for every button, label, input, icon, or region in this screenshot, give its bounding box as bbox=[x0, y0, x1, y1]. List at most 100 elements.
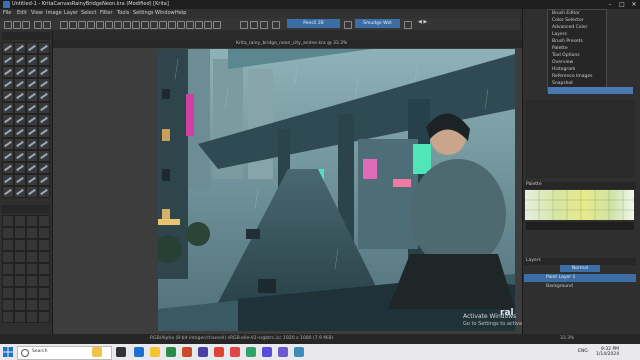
menu-settings[interactable]: Settings bbox=[133, 10, 154, 16]
transform-tool-icon[interactable] bbox=[123, 21, 131, 29]
tool-button[interactable] bbox=[2, 215, 14, 227]
popup-item[interactable]: Color Selector bbox=[552, 18, 584, 23]
tool-button[interactable] bbox=[14, 311, 26, 323]
brush-preset-item[interactable] bbox=[26, 66, 38, 78]
popup-item[interactable]: Snapshot bbox=[552, 81, 573, 86]
brush-preset-item[interactable] bbox=[2, 54, 14, 66]
brush-preset-item[interactable] bbox=[38, 54, 50, 66]
new-document-icon[interactable] bbox=[4, 21, 12, 29]
rectangle-tool-icon[interactable] bbox=[78, 21, 86, 29]
tool-button[interactable] bbox=[14, 275, 26, 287]
tool-button[interactable] bbox=[14, 227, 26, 239]
advanced-color-selector-area[interactable] bbox=[526, 100, 634, 178]
brush-preset-item[interactable] bbox=[38, 42, 50, 54]
brush-preset-item[interactable] bbox=[38, 150, 50, 162]
close-button[interactable]: ✕ bbox=[628, 0, 640, 9]
app-icon[interactable] bbox=[278, 347, 288, 357]
bezier-tool-icon[interactable] bbox=[105, 21, 113, 29]
brush-preset-item[interactable] bbox=[14, 102, 26, 114]
brush-preset-item[interactable] bbox=[2, 150, 14, 162]
menu-filter[interactable]: Filter bbox=[100, 10, 112, 16]
tool-button[interactable] bbox=[14, 263, 26, 275]
popup-item[interactable]: Overview bbox=[552, 60, 573, 65]
menu-layer[interactable]: Layer bbox=[64, 10, 78, 16]
toolbar-pager[interactable]: ◀ ▶ bbox=[418, 19, 427, 25]
select-ellipse-icon[interactable] bbox=[186, 21, 194, 29]
brush-preset-item[interactable] bbox=[38, 78, 50, 90]
tool-button[interactable] bbox=[2, 239, 14, 251]
tool-button[interactable] bbox=[2, 263, 14, 275]
brush-preset-item[interactable] bbox=[14, 138, 26, 150]
brush-preset-item[interactable] bbox=[2, 78, 14, 90]
fill-tool-icon[interactable] bbox=[159, 21, 167, 29]
tool-button[interactable] bbox=[38, 311, 50, 323]
artwork-canvas[interactable] bbox=[158, 49, 515, 331]
tray-language[interactable]: ENG bbox=[578, 349, 588, 354]
popup-item[interactable]: Layers bbox=[552, 32, 567, 37]
task-view-icon[interactable] bbox=[116, 347, 126, 357]
app-icon[interactable] bbox=[246, 347, 256, 357]
brush-preset-item[interactable] bbox=[14, 162, 26, 174]
open-document-icon[interactable] bbox=[13, 21, 21, 29]
polygon-tool-icon[interactable] bbox=[96, 21, 104, 29]
brush-preset-item[interactable] bbox=[14, 174, 26, 186]
brush-preset-item[interactable] bbox=[26, 42, 38, 54]
eraser-toggle-icon[interactable] bbox=[344, 21, 352, 29]
tool-button[interactable] bbox=[26, 287, 38, 299]
document-tab[interactable]: Krita_rainy_bridge_neon_city_anime.kra @… bbox=[236, 41, 347, 46]
brush-preset-item[interactable] bbox=[38, 186, 50, 198]
brush-preset-item[interactable] bbox=[26, 126, 38, 138]
brush-preset-item[interactable] bbox=[26, 114, 38, 126]
brush-preset-item[interactable] bbox=[14, 42, 26, 54]
tool-button[interactable] bbox=[2, 311, 14, 323]
brush-preset-field[interactable]: Pencil 2B bbox=[287, 19, 340, 28]
undo-icon[interactable] bbox=[34, 21, 42, 29]
popup-item[interactable]: Reference Images bbox=[552, 74, 593, 79]
brush-preset-item[interactable] bbox=[26, 78, 38, 90]
select-rect-icon[interactable] bbox=[177, 21, 185, 29]
ellipse-tool-icon[interactable] bbox=[87, 21, 95, 29]
brush-preset-item[interactable] bbox=[2, 42, 14, 54]
popup-item[interactable]: Palette bbox=[552, 46, 568, 51]
minimize-button[interactable]: – bbox=[604, 0, 616, 9]
blend-mode-icon[interactable] bbox=[272, 21, 280, 29]
brush-preset-item[interactable] bbox=[2, 114, 14, 126]
layer-blend-mode-select[interactable]: Normal bbox=[560, 265, 600, 272]
eyedropper-tool-icon[interactable] bbox=[168, 21, 176, 29]
menu-file[interactable]: File bbox=[3, 10, 11, 16]
tray-clock[interactable]: 9:32 PM 1/14/2024 bbox=[596, 347, 619, 357]
windows-start-icon[interactable] bbox=[3, 347, 13, 357]
brush-preset-item[interactable] bbox=[38, 66, 50, 78]
edge-browser-icon[interactable] bbox=[134, 347, 144, 357]
brush-preset-item[interactable] bbox=[38, 126, 50, 138]
tool-button[interactable] bbox=[2, 287, 14, 299]
tool-button[interactable] bbox=[2, 299, 14, 311]
tool-button[interactable] bbox=[38, 251, 50, 263]
brush-preset-item[interactable] bbox=[2, 90, 14, 102]
brush-preset-item[interactable] bbox=[2, 126, 14, 138]
gradient-tool-icon[interactable] bbox=[150, 21, 158, 29]
discord-icon[interactable] bbox=[262, 347, 272, 357]
brush-preset-item[interactable] bbox=[38, 138, 50, 150]
tool-button[interactable] bbox=[38, 239, 50, 251]
brush-preset-item[interactable] bbox=[26, 138, 38, 150]
brush-preset-item[interactable] bbox=[38, 174, 50, 186]
tool-button[interactable] bbox=[38, 299, 50, 311]
zoom-tool-icon[interactable] bbox=[204, 21, 212, 29]
tool-button[interactable] bbox=[38, 275, 50, 287]
brush-tool-icon[interactable] bbox=[60, 21, 68, 29]
popup-item[interactable]: Tool Options bbox=[552, 53, 580, 58]
tool-button[interactable] bbox=[14, 251, 26, 263]
tool-button[interactable] bbox=[14, 215, 26, 227]
menu-help[interactable]: Help bbox=[175, 10, 186, 16]
tool-button[interactable] bbox=[26, 299, 38, 311]
brush-preset-item[interactable] bbox=[14, 90, 26, 102]
brush-presets-icon[interactable] bbox=[240, 21, 248, 29]
tool-button[interactable] bbox=[38, 263, 50, 275]
select-freehand-icon[interactable] bbox=[195, 21, 203, 29]
brush-preset-item[interactable] bbox=[14, 126, 26, 138]
popup-selected-item[interactable] bbox=[548, 87, 633, 94]
tool-button[interactable] bbox=[26, 311, 38, 323]
gradient-picker-icon[interactable] bbox=[250, 21, 258, 29]
app-icon[interactable] bbox=[198, 347, 208, 357]
